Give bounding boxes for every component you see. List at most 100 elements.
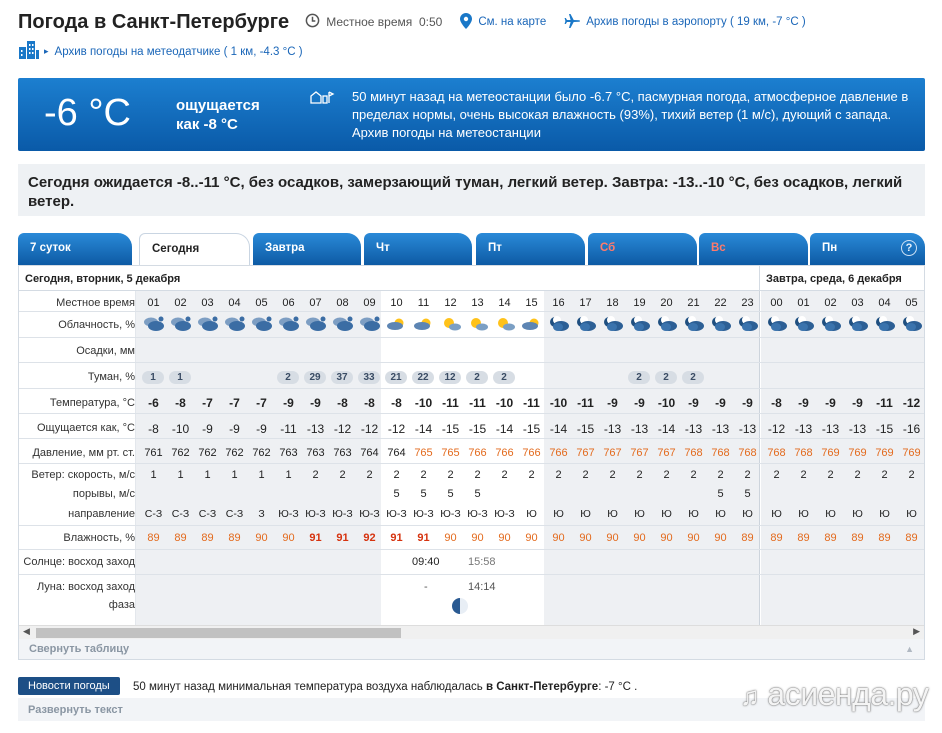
- fog-badge: 21: [385, 371, 407, 384]
- wind-speed-cell: 2: [339, 469, 346, 481]
- wind-speed-cell: 1: [150, 469, 157, 481]
- wind-direction-cell: Ю: [661, 508, 672, 520]
- humidity-cell: 90: [579, 532, 592, 544]
- page-header: Погода в Санкт-Петербурге Местное время …: [18, 9, 938, 35]
- temp-cell: -9: [852, 396, 863, 410]
- wind-direction-cell: Ю: [771, 508, 782, 520]
- sun-cloud-icon: [464, 315, 491, 335]
- wind-speed-cell: 2: [312, 469, 319, 481]
- humidity-cell: 90: [660, 532, 673, 544]
- wind-speed-cell: 2: [800, 469, 807, 481]
- night-cloud-icon: [898, 315, 925, 335]
- temp-cell: -8: [391, 396, 402, 410]
- humidity-cell: 89: [201, 532, 214, 544]
- scrollbar-thumb[interactable]: [36, 628, 401, 638]
- pressure-cell: 765: [441, 447, 460, 459]
- wind-speed-cell: 2: [881, 469, 888, 481]
- tab-label: 7 суток: [30, 242, 71, 254]
- tab-4[interactable]: Чт: [364, 233, 472, 265]
- hour-cell: 17: [579, 297, 592, 309]
- temp-cell: -11: [876, 396, 893, 410]
- map-link[interactable]: См. на карте: [478, 16, 546, 28]
- temp-cell: -6: [148, 396, 159, 410]
- temp-cell: -9: [742, 396, 753, 410]
- tab-2[interactable]: Сегодня: [139, 233, 250, 265]
- feels-cell: -13: [794, 422, 813, 436]
- hour-cell: 02: [824, 297, 837, 309]
- tab-7[interactable]: Вс: [699, 233, 808, 265]
- row-divider: [19, 463, 924, 464]
- help-icon[interactable]: ?: [901, 240, 917, 256]
- fog-badge: 12: [439, 371, 461, 384]
- hour-cell: 05: [255, 297, 268, 309]
- feels-cell: -13: [603, 422, 622, 436]
- temp-cell: -8: [175, 396, 186, 410]
- hour-cell: 03: [851, 297, 864, 309]
- day1-label: Сегодня, вторник, 5 декабря: [25, 273, 181, 285]
- pressure-cell: 769: [902, 447, 921, 459]
- gust-cell: 5: [474, 488, 481, 500]
- cloudy-sky-icon: [248, 315, 275, 335]
- station-archive-link[interactable]: Архив погоды на метеодатчике ( 1 км, -4.…: [55, 46, 303, 58]
- hour-cell: 07: [309, 297, 322, 309]
- row-label-time: Местное время: [56, 297, 135, 309]
- humidity-cell: 89: [741, 532, 754, 544]
- humidity-cell: 90: [633, 532, 646, 544]
- hour-cell: 21: [687, 297, 700, 309]
- feels-cell: -12: [767, 422, 786, 436]
- wind-speed-cell: 2: [582, 469, 589, 481]
- airport-archive-link[interactable]: Архив погоды в аэропорту ( 19 км, -7 °C …: [586, 16, 805, 28]
- humidity-cell: 89: [770, 532, 783, 544]
- temp-cell: -11: [469, 396, 486, 410]
- pressure-cell: 768: [767, 447, 786, 459]
- collapse-table-button[interactable]: Свернуть таблицу: [29, 643, 129, 655]
- tab-6[interactable]: Сб: [588, 233, 697, 265]
- row-divider: [19, 525, 924, 526]
- fog-badge: 1: [169, 371, 191, 384]
- night-cloud-icon: [599, 315, 626, 335]
- wind-direction-cell: Ю: [852, 508, 863, 520]
- pressure-cell: 763: [279, 447, 298, 459]
- row-label-wind_speed: Ветер: скорость, м/с: [31, 469, 135, 481]
- humidity-cell: 90: [606, 532, 619, 544]
- wind-speed-cell: 2: [908, 469, 915, 481]
- tab-label: Вс: [711, 242, 726, 254]
- scroll-right-icon[interactable]: ▶: [913, 626, 920, 637]
- map-link-wrap[interactable]: См. на карте: [460, 12, 546, 32]
- tab-label: Чт: [376, 242, 390, 254]
- news-badge[interactable]: Новости погоды: [18, 677, 120, 695]
- tab-5[interactable]: Пт: [476, 233, 585, 265]
- wind-speed-cell: 2: [474, 469, 481, 481]
- tab-3[interactable]: Завтра: [253, 233, 361, 265]
- wind-direction-cell: Ю: [607, 508, 618, 520]
- scroll-left-icon[interactable]: ◀: [23, 626, 30, 637]
- station-archive-wrap[interactable]: ▸ Архив погоды на метеодатчике ( 1 км, -…: [18, 40, 303, 63]
- day2-label: Завтра, среда, 6 декабря: [759, 266, 924, 290]
- tab-8[interactable]: Пн?: [810, 233, 925, 265]
- chevron-up-icon[interactable]: ▲: [905, 644, 914, 654]
- temp-cell: -11: [577, 396, 594, 410]
- news-text-city[interactable]: в Санкт-Петербурге: [486, 681, 598, 693]
- hour-cell: 01: [797, 297, 810, 309]
- feels-like: ощущается как -8 °C: [176, 96, 260, 134]
- wind-direction-cell: Ю-З: [413, 508, 434, 520]
- fog-badge: 2: [682, 371, 704, 384]
- feels-cell: -14: [495, 422, 514, 436]
- row-label-feels: Ощущается как, °C: [36, 422, 135, 434]
- tab-1[interactable]: 7 суток: [18, 233, 132, 265]
- temp-cell: -11: [523, 396, 540, 410]
- cloudy-sky-icon: [329, 315, 356, 335]
- partly-cloudy-icon: [518, 315, 545, 335]
- pressure-cell: 762: [198, 447, 217, 459]
- humidity-cell: 89: [797, 532, 810, 544]
- pressure-cell: 768: [711, 447, 730, 459]
- airport-archive-wrap[interactable]: Архив погоды в аэропорту ( 19 км, -7 °C …: [564, 13, 806, 32]
- temp-cell: -9: [688, 396, 699, 410]
- tab-label: Сб: [600, 242, 616, 254]
- horizontal-scrollbar[interactable]: ◀ ▶: [19, 625, 924, 639]
- expand-text-button[interactable]: Развернуть текст: [28, 704, 123, 716]
- wind-direction-cell: Ю: [825, 508, 836, 520]
- feels-cell: -9: [202, 422, 213, 436]
- wind-speed-cell: 2: [663, 469, 670, 481]
- wind-speed-cell: 2: [717, 469, 724, 481]
